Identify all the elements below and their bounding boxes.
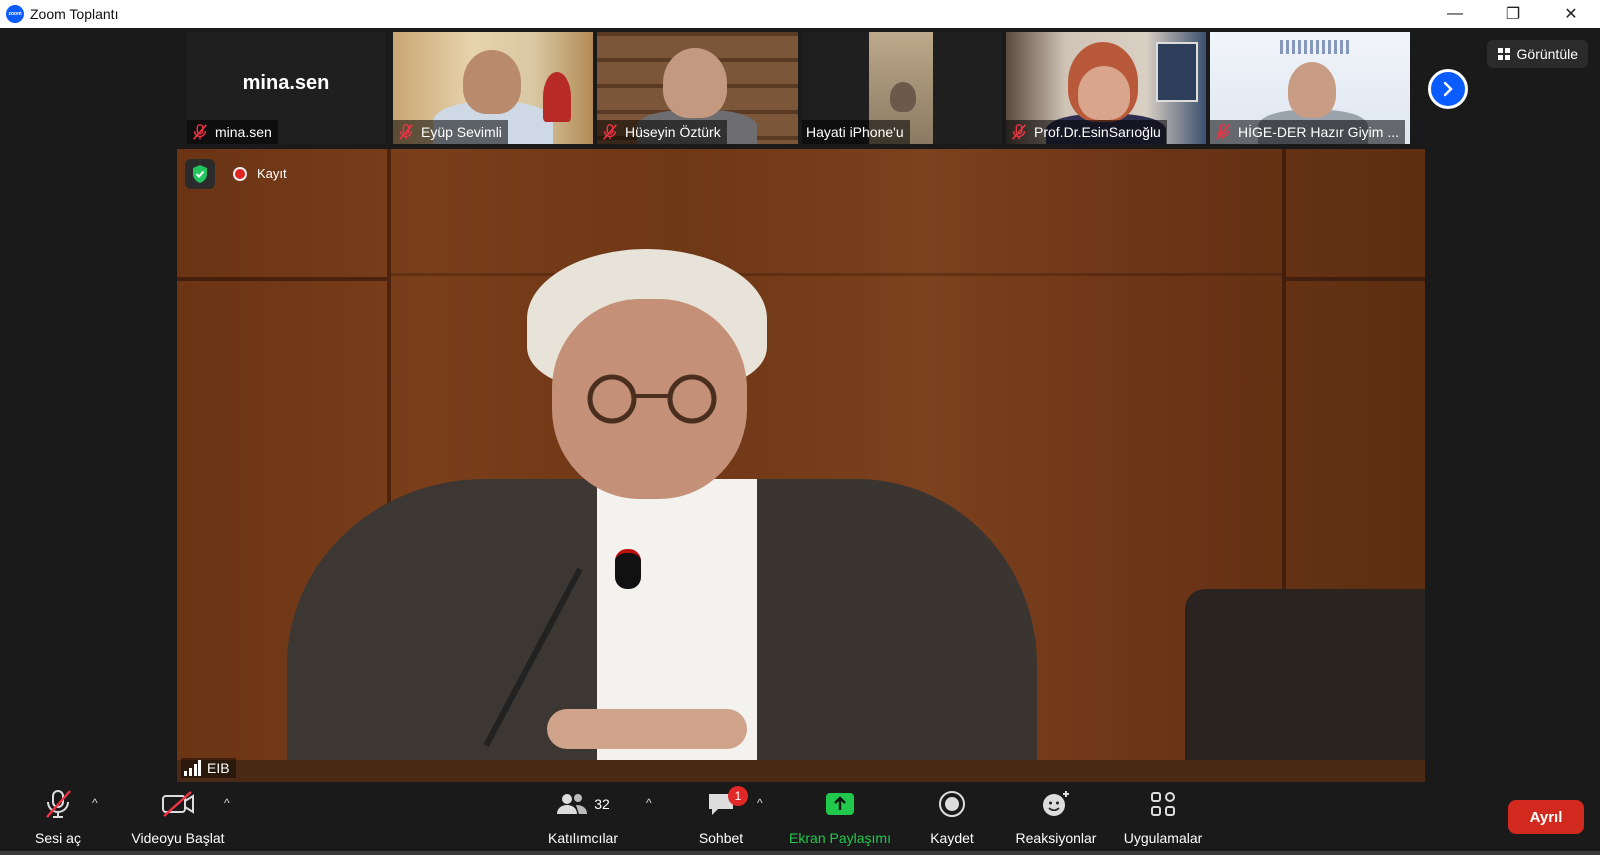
participants-icon xyxy=(557,794,588,814)
participant-label: HİGE-DER Hazır Giyim ... xyxy=(1210,120,1406,144)
title-bar: zoom Zoom Toplantı — ❐ ✕ xyxy=(0,0,1600,28)
participant-tile[interactable]: Eyüp Sevimli xyxy=(393,32,593,144)
bottom-edge xyxy=(0,851,1600,855)
video-options-chevron-icon[interactable]: ^ xyxy=(224,796,230,810)
record-icon xyxy=(939,791,965,817)
participant-label: Eyüp Sevimli xyxy=(393,120,508,144)
participant-display-name: mina.sen xyxy=(242,72,330,94)
grid-icon xyxy=(1497,48,1510,60)
restore-button[interactable]: ❐ xyxy=(1484,0,1542,28)
minimize-button[interactable]: — xyxy=(1426,0,1484,28)
chat-options-chevron-icon[interactable]: ^ xyxy=(757,796,763,810)
next-page-button[interactable] xyxy=(1428,69,1468,109)
reactions-smiley-icon xyxy=(1043,791,1069,816)
recording-dot-icon xyxy=(233,166,247,181)
signal-strength-icon xyxy=(184,760,201,776)
chevron-right-icon xyxy=(1443,81,1453,97)
minimize-icon: — xyxy=(1447,5,1463,22)
participant-label: Hüseyin Öztürk xyxy=(597,120,727,144)
close-icon: ✕ xyxy=(1564,6,1578,23)
muted-mic-icon xyxy=(603,124,617,140)
participants-button[interactable]: 32 Katılımcılar xyxy=(540,782,626,855)
video-off-icon xyxy=(162,791,194,817)
participant-tile[interactable]: HİGE-DER Hazır Giyim ... xyxy=(1210,32,1410,144)
meeting-toolbar: Sesi aç ^ Videoyu Başlat ^ 32 Katılımcıl… xyxy=(0,782,1600,855)
participant-tile[interactable]: Hayati iPhone'u xyxy=(802,32,1002,144)
muted-mic-icon xyxy=(399,124,413,140)
participant-tile[interactable]: Prof.Dr.EsinSarıoğlu xyxy=(1006,32,1206,144)
restore-icon: ❐ xyxy=(1505,6,1521,23)
muted-mic-icon xyxy=(193,124,207,140)
security-shield-icon[interactable] xyxy=(185,159,215,189)
zoom-logo-icon: zoom xyxy=(6,5,24,23)
share-screen-icon xyxy=(826,793,854,815)
participants-count: 32 xyxy=(594,796,610,812)
participant-label: Prof.Dr.EsinSarıoğlu xyxy=(1006,120,1167,144)
chat-unread-badge: 1 xyxy=(728,786,748,806)
federation-logo-icon xyxy=(1280,40,1350,54)
participant-tile[interactable]: Hüseyin Öztürk xyxy=(597,32,798,144)
leave-meeting-button[interactable]: Ayrıl xyxy=(1508,800,1584,834)
muted-mic-icon xyxy=(46,790,71,818)
meeting-area: mina.sen mina.sen Eyüp Sevimli Hüseyin Ö… xyxy=(0,28,1600,782)
participant-strip: mina.sen mina.sen Eyüp Sevimli Hüseyin Ö… xyxy=(0,32,1600,144)
speaker-label: EIB xyxy=(181,758,236,778)
close-window-button[interactable]: ✕ xyxy=(1542,0,1600,28)
unmute-button[interactable]: Sesi aç xyxy=(30,782,86,855)
share-screen-button[interactable]: Ekran Paylaşımı xyxy=(784,782,896,855)
muted-mic-icon xyxy=(1216,124,1230,140)
record-button[interactable]: Kaydet xyxy=(922,782,982,855)
participant-label: mina.sen xyxy=(187,120,278,144)
recording-indicator: Kayıt xyxy=(233,166,287,181)
view-button[interactable]: Görüntüle xyxy=(1486,40,1588,68)
chat-button[interactable]: 1 Sohbet xyxy=(690,782,752,855)
audio-options-chevron-icon[interactable]: ^ xyxy=(92,796,98,810)
apps-icon xyxy=(1151,792,1175,816)
participant-label: Hayati iPhone'u xyxy=(802,120,910,144)
window-title: Zoom Toplantı xyxy=(30,6,119,22)
participants-options-chevron-icon[interactable]: ^ xyxy=(646,796,652,810)
muted-mic-icon xyxy=(1012,124,1026,140)
participant-tile[interactable]: mina.sen mina.sen xyxy=(187,32,385,144)
reactions-button[interactable]: Reaksiyonlar xyxy=(1012,782,1100,855)
start-video-button[interactable]: Videoyu Başlat xyxy=(126,782,230,855)
apps-button[interactable]: Uygulamalar xyxy=(1118,782,1208,855)
main-video[interactable]: Kayıt EIB xyxy=(177,149,1425,782)
